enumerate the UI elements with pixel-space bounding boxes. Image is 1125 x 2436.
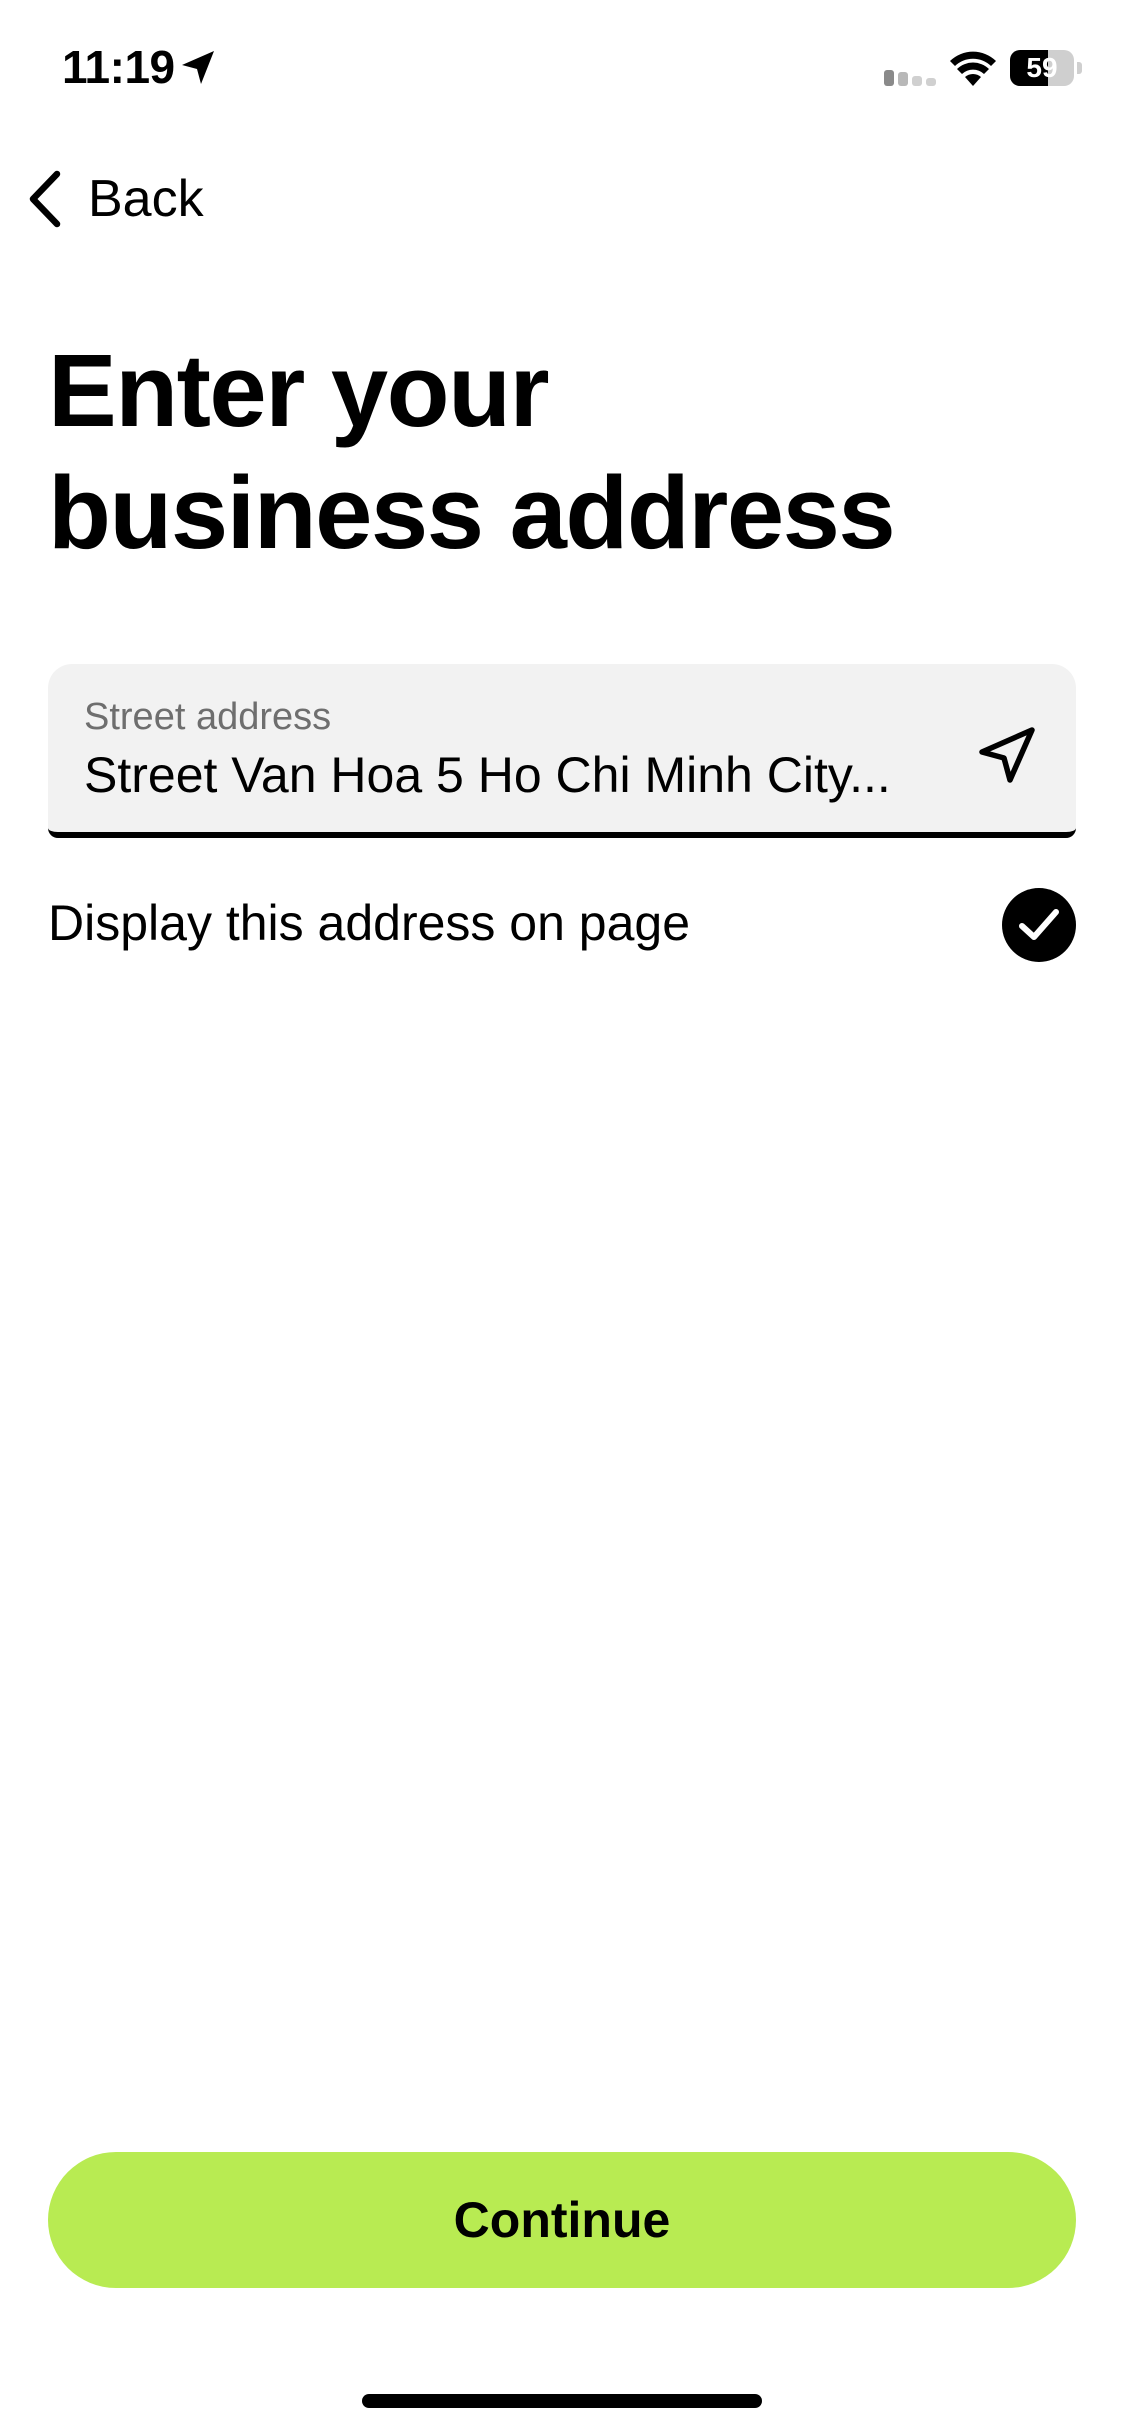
back-label: Back (88, 170, 204, 228)
use-current-location-button[interactable] (972, 720, 1042, 790)
status-time: 11:19 (62, 41, 175, 93)
display-address-label: Display this address on page (48, 895, 691, 951)
home-indicator (362, 2394, 762, 2408)
display-address-row[interactable]: Display this address on page (48, 880, 1076, 970)
continue-button[interactable]: Continue (48, 2152, 1076, 2288)
page-title-line-2: business address (48, 455, 896, 570)
status-bar: 11:19 59 (0, 0, 1125, 140)
street-address-input[interactable]: Street Van Hoa 5 Ho Chi Minh City... (84, 746, 964, 804)
page-title-line-1: Enter your (48, 333, 550, 448)
display-address-checkbox[interactable] (1002, 888, 1076, 962)
location-arrow-icon (979, 727, 1035, 783)
cellular-signal-icon (884, 70, 936, 86)
battery-level: 59 (1026, 52, 1058, 83)
street-address-field[interactable]: Street address Street Van Hoa 5 Ho Chi M… (48, 664, 1076, 838)
chevron-left-icon (29, 170, 61, 228)
street-address-label: Street address (84, 696, 332, 738)
wifi-icon (950, 51, 996, 86)
location-arrow-icon (182, 51, 214, 84)
page-title: Enter your business address (48, 330, 1048, 574)
back-button[interactable]: Back (24, 164, 204, 234)
battery-icon: 59 (1010, 50, 1082, 86)
checkmark-icon (1019, 909, 1059, 940)
